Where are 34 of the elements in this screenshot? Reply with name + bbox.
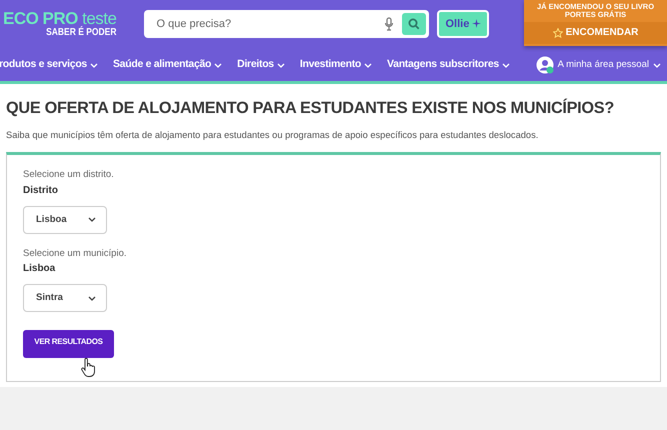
- search-button[interactable]: [402, 13, 426, 35]
- microphone-icon[interactable]: [384, 17, 394, 31]
- submit-button[interactable]: VER RESULTADOS: [23, 330, 114, 358]
- page-heading: QUE OFERTA DE ALOJAMENTO PARA ESTUDANTES EXISTE NOS MUNICÍPIOS?: [6, 98, 615, 119]
- field-label: Lisboa: [23, 262, 56, 276]
- nav-menu-item[interactable]: rodutos e serviços: [0, 57, 98, 73]
- chevron-down-icon: [214, 62, 222, 68]
- field-hint: Selecione um município.: [23, 248, 128, 260]
- nav-menu-item[interactable]: Investimento: [300, 57, 372, 73]
- chevron-down-icon: [88, 296, 96, 301]
- user-avatar-icon: [536, 56, 554, 74]
- chevron-down-icon: [276, 62, 285, 68]
- account-menu[interactable]: A minha área pessoal: [536, 56, 661, 74]
- logo[interactable]: ECO PRO teste SABER É PODER: [3, 10, 116, 38]
- assistant-button[interactable]: Ollie: [437, 10, 490, 38]
- select-dropdown[interactable]: Lisboa: [23, 206, 107, 234]
- chevron-down-icon: [653, 62, 661, 68]
- intro-text: Saiba que municípios têm oferta de alojamento para estudantes ou programas de apoio específicos para estudantes deslocados.: [6, 128, 540, 142]
- star-icon: [552, 28, 563, 38]
- search-icon: [408, 18, 420, 30]
- nav-menu-item[interactable]: Vantagens subscritores: [387, 57, 510, 73]
- chevron-down-icon: [90, 62, 98, 68]
- nav-menu-item[interactable]: Direitos: [237, 57, 285, 73]
- order-button[interactable]: ENCOMENDAR: [524, 22, 667, 44]
- field-label: Distrito: [23, 184, 59, 198]
- chevron-down-icon: [88, 217, 96, 222]
- hand-cursor-icon: [81, 358, 95, 378]
- sparkle-icon: [472, 19, 482, 28]
- chevron-down-icon: [502, 62, 510, 68]
- nav-menu-item[interactable]: Saúde e alimentação: [112, 57, 222, 73]
- field-hint: Selecione um distrito.: [23, 169, 115, 181]
- search-bar[interactable]: O que precisa?: [144, 10, 430, 38]
- select-dropdown[interactable]: Sintra: [23, 284, 107, 312]
- chevron-down-icon: [364, 62, 372, 68]
